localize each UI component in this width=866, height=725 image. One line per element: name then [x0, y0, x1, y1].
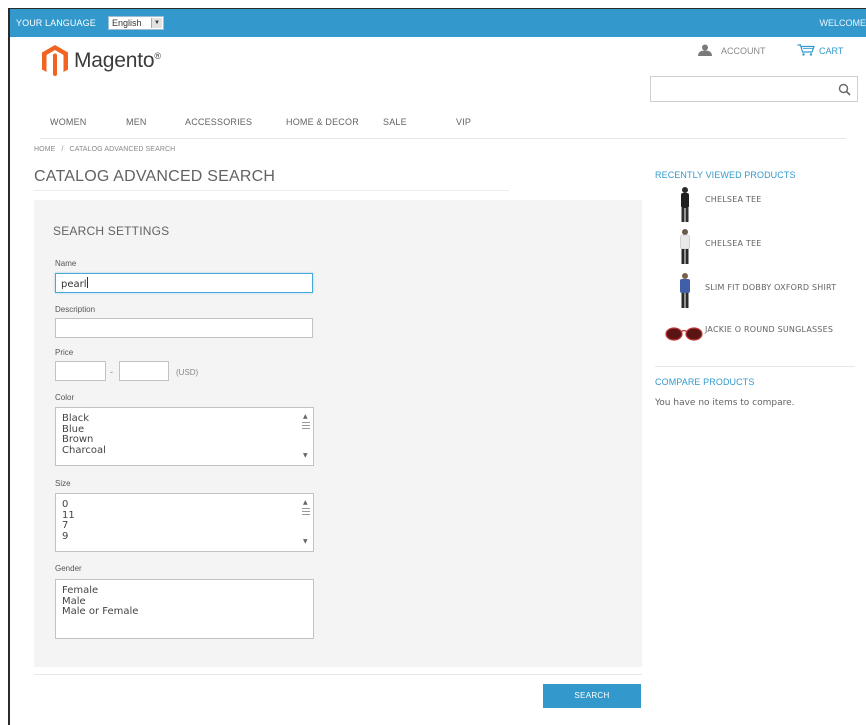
logo-wordmark: Magento® — [74, 49, 161, 73]
account-label: ACCOUNT — [721, 46, 766, 56]
color-scrollbar[interactable]: ▲ ▼ — [300, 409, 312, 464]
nav-item-men[interactable]: MEN — [126, 117, 147, 127]
scroll-up-icon[interactable]: ▲ — [303, 498, 308, 509]
gender-label: Gender — [55, 564, 82, 573]
scroll-thumb[interactable] — [302, 422, 310, 429]
breadcrumb-separator: / — [61, 146, 64, 153]
name-value: pearl — [61, 279, 87, 290]
price-range-dash: - — [110, 367, 113, 377]
recently-viewed-heading: RECENTLY VIEWED PRODUCTS — [655, 170, 796, 180]
name-input[interactable]: pearl — [55, 273, 313, 293]
price-to-input[interactable] — [119, 361, 169, 381]
size-listbox[interactable]: 0 11 7 9 ▲ ▼ — [55, 493, 314, 552]
nav-item-home-decor[interactable]: HOME & DECOR — [286, 117, 359, 127]
size-scrollbar[interactable]: ▲ ▼ — [300, 495, 312, 550]
site-search-input[interactable] — [650, 76, 858, 102]
sidebar-divider — [655, 366, 855, 367]
cart-icon — [797, 44, 815, 56]
product-thumbnail[interactable] — [665, 228, 705, 266]
size-label: Size — [55, 479, 71, 488]
color-option[interactable]: Brown — [56, 434, 313, 446]
recent-product-name[interactable]: SLIM FIT DOBBY OXFORD SHIRT — [705, 282, 865, 293]
price-from-input[interactable] — [55, 361, 106, 381]
size-option[interactable]: 9 — [56, 531, 313, 543]
logo-text: Magento — [74, 49, 155, 72]
breadcrumb-home[interactable]: HOME — [34, 146, 55, 153]
currency-label: (USD) — [176, 368, 199, 377]
name-label: Name — [55, 259, 77, 268]
nav-item-women[interactable]: WOMEN — [50, 117, 87, 127]
search-button[interactable]: SEARCH — [543, 684, 641, 708]
text-cursor — [86, 277, 88, 288]
magento-logo-icon — [42, 45, 68, 77]
compare-empty-message: You have no items to compare. — [655, 398, 795, 408]
color-label: Color — [55, 393, 75, 402]
product-thumbnail[interactable] — [665, 272, 705, 310]
color-listbox[interactable]: Black Blue Brown Charcoal ▲ ▼ — [55, 407, 314, 466]
welcome-message: WELCOME — [819, 18, 866, 28]
language-label: YOUR LANGUAGE — [16, 18, 96, 28]
cart-label: CART — [819, 46, 844, 56]
page-title: CATALOG ADVANCED SEARCH — [34, 168, 276, 185]
price-label: Price — [55, 348, 74, 357]
size-option[interactable]: 0 — [56, 499, 313, 511]
nav-item-vip[interactable]: VIP — [456, 117, 471, 127]
recent-product[interactable]: CHELSEA TEE — [655, 186, 865, 226]
nav-item-accessories[interactable]: ACCESSORIES — [185, 117, 252, 127]
breadcrumb-current: CATALOG ADVANCED SEARCH — [69, 146, 176, 153]
gender-option[interactable]: Female — [56, 585, 313, 597]
size-option[interactable]: 7 — [56, 520, 313, 532]
scroll-down-icon[interactable]: ▼ — [303, 451, 308, 462]
color-option[interactable]: Black — [56, 413, 313, 425]
gender-listbox[interactable]: Female Male Male or Female — [55, 579, 314, 639]
main-nav: WOMEN MEN ACCESSORIES HOME & DECOR SALE … — [40, 117, 846, 139]
registered-mark: ® — [154, 51, 161, 61]
search-settings-heading: SEARCH SETTINGS — [53, 224, 170, 238]
product-thumbnail[interactable] — [663, 318, 707, 344]
recent-product[interactable]: CHELSEA TEE — [655, 228, 865, 268]
recent-product[interactable]: SLIM FIT DOBBY OXFORD SHIRT — [655, 272, 865, 312]
form-footer-divider — [34, 674, 642, 675]
product-thumbnail[interactable] — [665, 186, 705, 224]
description-input[interactable] — [55, 318, 313, 338]
color-option[interactable]: Blue — [56, 424, 313, 436]
language-value: English — [112, 18, 142, 28]
gender-option[interactable]: Male or Female — [56, 606, 313, 618]
recent-product[interactable]: JACKIE O ROUND SUNGLASSES — [655, 318, 865, 348]
compare-products-heading: COMPARE PRODUCTS — [655, 377, 755, 387]
color-option[interactable]: Charcoal — [56, 445, 313, 457]
scroll-thumb[interactable] — [302, 508, 310, 515]
breadcrumb: HOME / CATALOG ADVANCED SEARCH — [34, 146, 175, 153]
scroll-up-icon[interactable]: ▲ — [303, 412, 308, 423]
recent-product-name[interactable]: JACKIE O ROUND SUNGLASSES — [705, 324, 865, 335]
search-icon[interactable] — [838, 83, 851, 96]
top-bar: YOUR LANGUAGE English ▼ WELCOME — [10, 9, 866, 37]
recent-product-name[interactable]: CHELSEA TEE — [705, 238, 865, 249]
description-label: Description — [55, 305, 96, 314]
language-select[interactable]: English ▼ — [108, 16, 164, 30]
nav-item-sale[interactable]: SALE — [383, 117, 407, 127]
scroll-down-icon[interactable]: ▼ — [303, 537, 308, 548]
size-option[interactable]: 11 — [56, 510, 313, 522]
user-icon — [698, 44, 712, 56]
title-divider — [34, 190, 509, 191]
chevron-down-icon: ▼ — [151, 18, 162, 28]
recent-product-name[interactable]: CHELSEA TEE — [705, 194, 865, 205]
